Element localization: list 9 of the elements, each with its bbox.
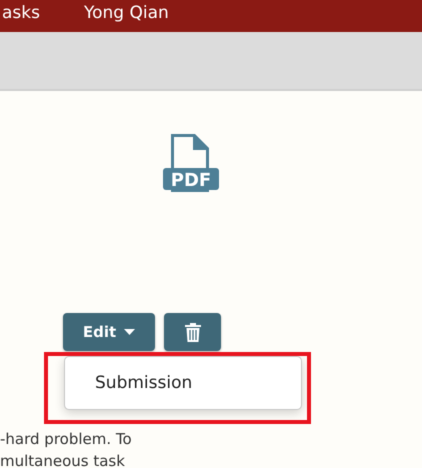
description-text: -hard problem. To multaneous task — [0, 429, 132, 468]
nav-link[interactable]: asks — [2, 2, 40, 32]
menu-item[interactable]: Submission — [65, 373, 192, 393]
edit-dropdown-button[interactable]: Edit — [63, 313, 155, 351]
delete-button[interactable] — [164, 313, 221, 351]
trash-icon — [184, 322, 200, 342]
caret-icon — [124, 329, 136, 335]
nav-link[interactable]: Yong Qian — [84, 2, 169, 32]
pdf-label: PDF — [170, 170, 212, 191]
